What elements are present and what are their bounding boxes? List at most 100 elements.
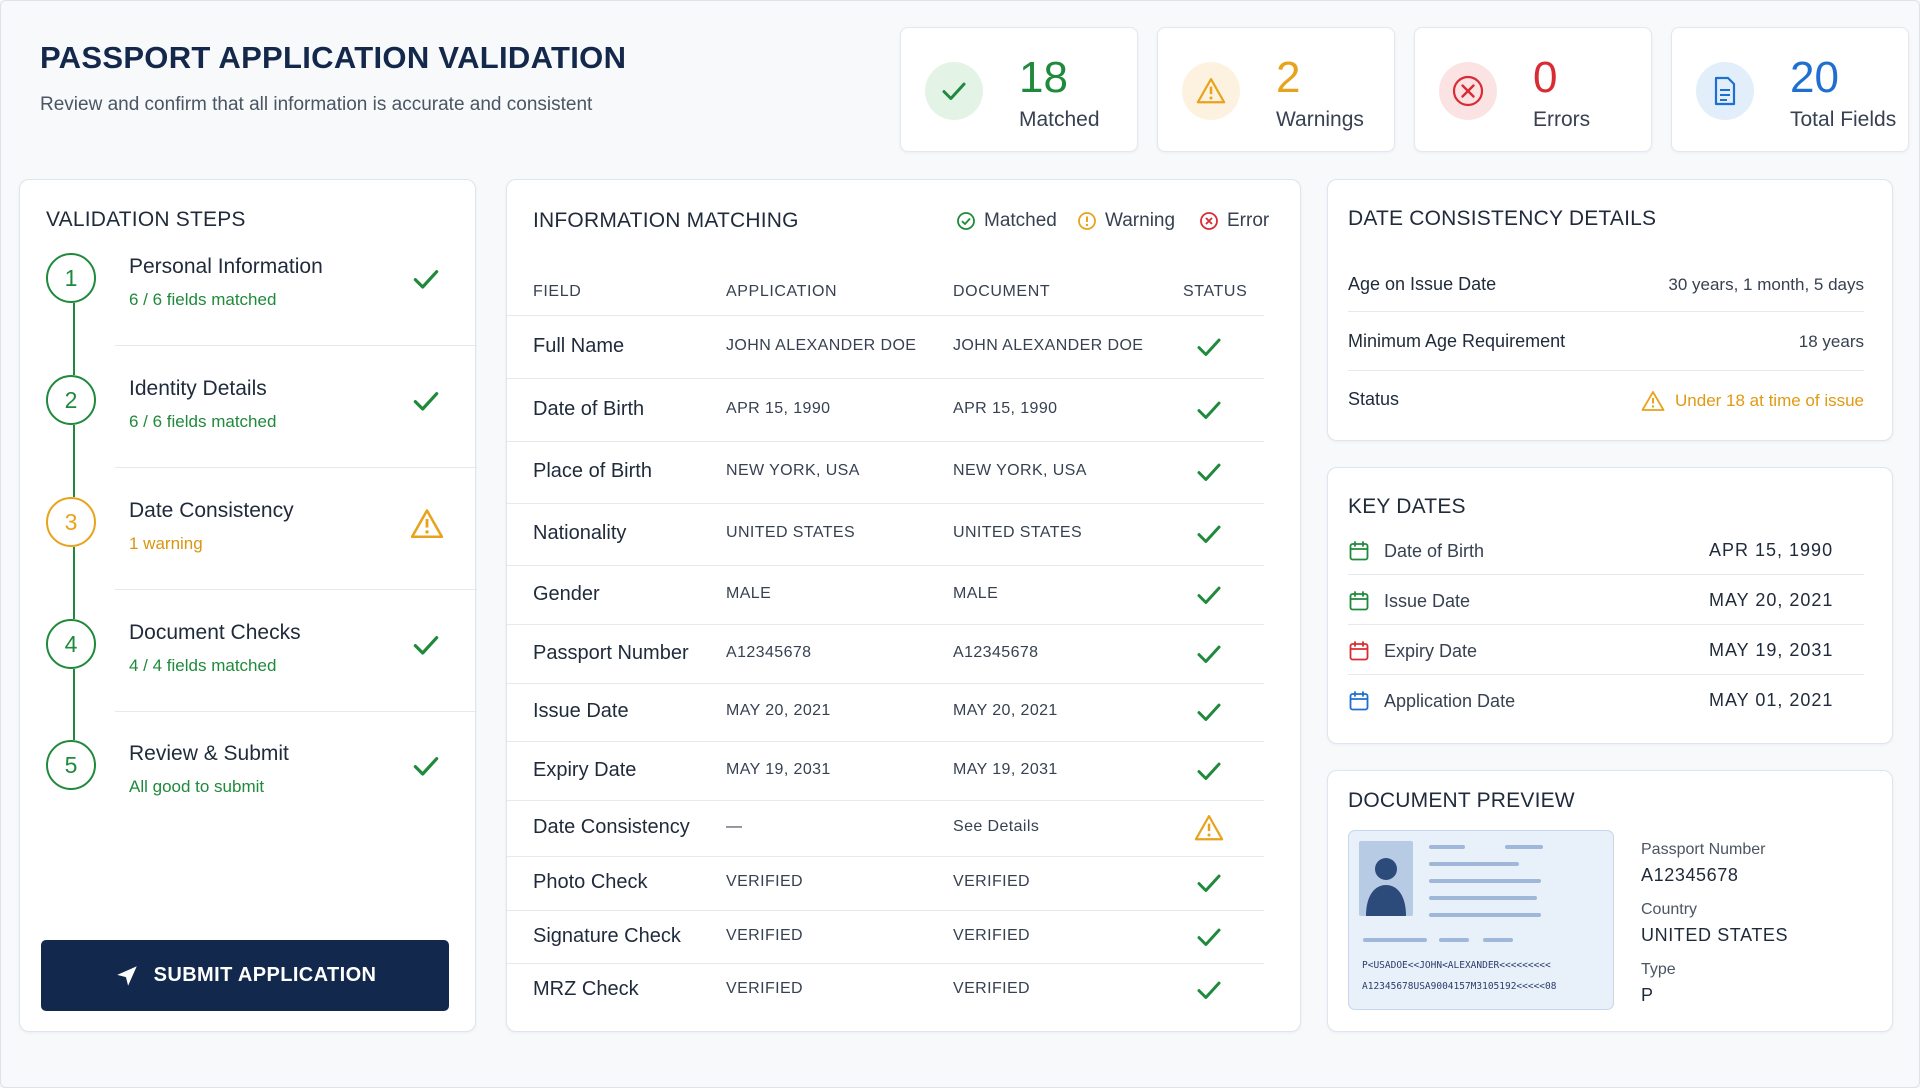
calendar-icon — [1348, 590, 1370, 617]
step-number-3[interactable]: 3 — [46, 497, 96, 547]
warning-circle-icon — [1078, 212, 1096, 230]
document-text-line — [1429, 913, 1541, 917]
check-icon — [1194, 868, 1224, 903]
information-matching-title: INFORMATION MATCHING — [533, 209, 799, 232]
document-preview-panel: DOCUMENT PREVIEW P<USADOE<<JOHN<ALEXANDE… — [1327, 770, 1893, 1032]
key-date-value: MAY 01, 2021 — [1709, 690, 1834, 710]
table-cell-application: MAY 19, 2031 — [726, 761, 831, 778]
check-icon — [925, 62, 983, 120]
error-circle-icon — [1200, 212, 1218, 230]
stat-value: 18 — [1019, 53, 1068, 102]
table-cell-document: MALE — [953, 585, 999, 602]
step-name[interactable]: Personal Information — [129, 255, 323, 279]
table-row-divider — [507, 315, 1264, 316]
key-date-label: Application Date — [1384, 691, 1516, 711]
calendar-icon — [1348, 690, 1370, 717]
check-icon — [1194, 975, 1224, 1010]
step-number-5[interactable]: 5 — [46, 740, 96, 790]
step-name[interactable]: Identity Details — [129, 377, 267, 401]
error-icon — [1439, 62, 1497, 120]
table-row-divider — [507, 441, 1264, 442]
step-connector — [73, 303, 75, 375]
table-cell-application: UNITED STATES — [726, 524, 856, 541]
legend-matched-label: Matched — [984, 210, 1057, 231]
step-number-1[interactable]: 1 — [46, 253, 96, 303]
check-icon — [1194, 519, 1224, 554]
table-cell-document: VERIFIED — [953, 873, 1030, 890]
step-summary: All good to submit — [129, 777, 265, 796]
document-text-line — [1429, 862, 1519, 866]
see-details-link[interactable]: See Details — [953, 818, 1039, 836]
table-cell-field: Photo Check — [533, 871, 648, 893]
step-name[interactable]: Document Checks — [129, 621, 301, 645]
table-row-divider — [507, 683, 1264, 684]
table-row-divider — [507, 503, 1264, 504]
send-icon — [116, 965, 137, 986]
key-date-value: MAY 19, 2031 — [1709, 640, 1834, 660]
check-icon — [1194, 580, 1224, 615]
calendar-icon — [1348, 640, 1370, 667]
legend-error: Error — [1199, 210, 1269, 232]
document-text-line — [1363, 938, 1427, 942]
table-cell-application: — — [726, 818, 743, 835]
stat-label: Errors — [1533, 108, 1591, 131]
table-cell-application: VERIFIED — [726, 927, 803, 944]
key-date-label: Date of Birth — [1384, 541, 1485, 561]
key-date-value: APR 15, 1990 — [1709, 540, 1834, 560]
column-header-application: APPLICATION — [726, 283, 838, 300]
step-name[interactable]: Review & Submit — [129, 742, 289, 766]
table-cell-application: MALE — [726, 585, 772, 602]
table-cell-field: MRZ Check — [533, 978, 639, 1000]
table-cell-document: NEW YORK, USA — [953, 462, 1087, 479]
divider — [1348, 574, 1864, 575]
page-title: PASSPORT APPLICATION VALIDATION — [40, 40, 627, 75]
passport-card-thumbnail[interactable]: P<USADOE<<JOHN<ALEXANDER<<<<<<<<< A12345… — [1348, 830, 1614, 1010]
page-subtitle: Review and confirm that all information … — [40, 94, 593, 115]
table-cell-field: Gender — [533, 583, 600, 605]
country-value: UNITED STATES — [1641, 925, 1789, 945]
step-summary: 1 warning — [129, 534, 203, 553]
table-cell-field: Date of Birth — [533, 398, 645, 420]
check-icon — [1194, 395, 1224, 430]
submit-application-button[interactable]: SUBMIT APPLICATION — [41, 940, 449, 1011]
document-text-line — [1483, 938, 1513, 942]
table-cell-field: Place of Birth — [533, 460, 652, 482]
step-name[interactable]: Date Consistency — [129, 499, 294, 523]
table-cell-application: VERIFIED — [726, 980, 803, 997]
table-cell-document: VERIFIED — [953, 980, 1030, 997]
check-icon — [410, 385, 442, 422]
mrz-line-1: P<USADOE<<JOHN<ALEXANDER<<<<<<<<< — [1362, 960, 1551, 971]
warning-icon — [410, 507, 444, 546]
type-value: P — [1641, 985, 1654, 1005]
table-cell-document: VERIFIED — [953, 927, 1030, 944]
table-cell-field: Signature Check — [533, 925, 681, 947]
country-label: Country — [1641, 901, 1698, 918]
legend-warning: Warning — [1077, 210, 1175, 232]
key-dates-panel: KEY DATES Date of Birth APR 15, 1990 Issue… — [1327, 467, 1893, 744]
minimum-age-value: 18 years — [1798, 332, 1864, 351]
document-preview-title: DOCUMENT PREVIEW — [1348, 789, 1575, 812]
step-number-2[interactable]: 2 — [46, 375, 96, 425]
key-date-label: Issue Date — [1384, 591, 1471, 611]
person-silhouette-icon — [1366, 858, 1406, 916]
table-cell-application: JOHN ALEXANDER DOE — [726, 337, 917, 354]
table-cell-document: JOHN ALEXANDER DOE — [953, 337, 1144, 354]
step-number-4[interactable]: 4 — [46, 619, 96, 669]
table-cell-document: MAY 20, 2021 — [953, 702, 1058, 719]
check-icon — [1194, 756, 1224, 791]
stat-card-warnings: 2 Warnings — [1157, 27, 1395, 152]
step-summary: 6 / 6 fields matched — [129, 412, 277, 431]
document-text-line — [1429, 879, 1541, 883]
stat-value: 2 — [1276, 53, 1301, 102]
status-label: Status — [1348, 389, 1400, 409]
table-cell-application: APR 15, 1990 — [726, 400, 831, 417]
table-cell-field: Date Consistency — [533, 816, 690, 838]
table-cell-application: VERIFIED — [726, 873, 803, 890]
step-divider — [115, 345, 477, 346]
document-text-line — [1505, 845, 1543, 849]
key-date-value: MAY 20, 2021 — [1709, 590, 1834, 610]
document-text-line — [1429, 896, 1537, 900]
stat-card-total-fields: 20 Total Fields — [1671, 27, 1909, 152]
table-cell-field: Passport Number — [533, 642, 689, 664]
key-dates-title: KEY DATES — [1348, 495, 1466, 518]
